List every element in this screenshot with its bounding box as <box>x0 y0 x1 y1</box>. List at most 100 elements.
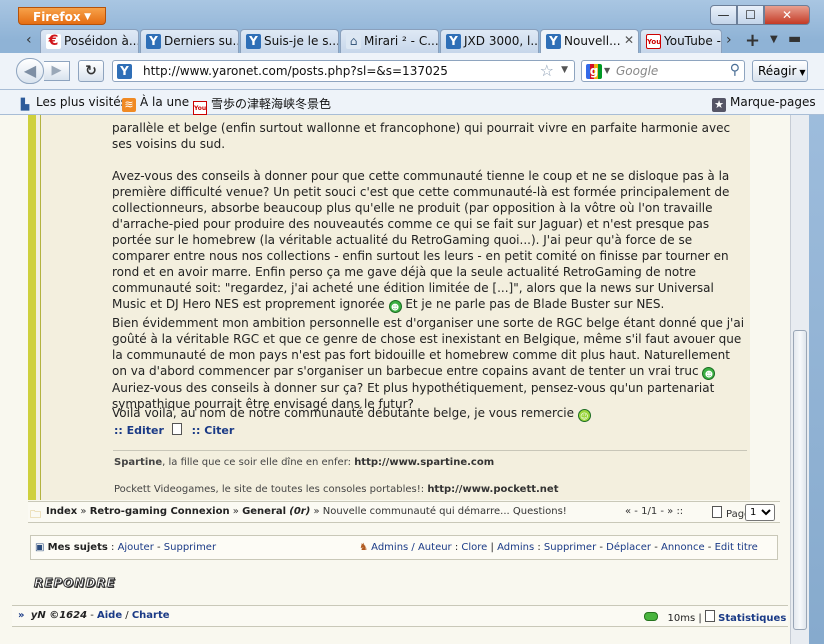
reload-button[interactable]: ↻ <box>78 60 104 82</box>
people-icon: ▣ <box>35 542 45 553</box>
chevron-down-icon: ▼ <box>84 12 91 22</box>
bookmarks-menu-button[interactable]: ★ Marque-pages <box>712 95 816 112</box>
delete-topic-link[interactable]: Supprimer <box>544 542 596 553</box>
signature-line-2: Pockett Videogames, le site de toutes le… <box>114 484 748 495</box>
my-subjects-bar: ▣ Mes sujets : Ajouter - Supprimer ♞ Adm… <box>30 535 778 560</box>
yaronet-favicon-icon: Y <box>546 34 561 49</box>
bookmark-most-visited[interactable]: ▙ Les plus visités <box>18 95 127 112</box>
yaronet-favicon-icon: Y <box>146 34 161 49</box>
youtube-favicon-icon: You <box>193 101 207 115</box>
forward-button[interactable]: ▶ <box>44 61 70 81</box>
pager-nav[interactable]: « - 1/1 - » :: <box>625 506 683 517</box>
page-select[interactable]: 1 <box>745 504 775 521</box>
remove-subject-link[interactable]: Supprimer <box>164 542 216 553</box>
post-paragraph-4-text: Voilà voilà, au nom de notre communauté … <box>112 406 575 420</box>
reagir-label: Réagir <box>758 64 797 78</box>
help-link[interactable]: Aide <box>97 610 122 621</box>
tab-mirari[interactable]: ⌂ Mirari ² - C... <box>340 29 439 53</box>
maximize-button[interactable]: ☐ <box>737 5 764 25</box>
footer-arrow-icon: » <box>18 610 25 621</box>
close-window-button[interactable]: ✕ <box>764 5 810 25</box>
tab-derniers-sujets[interactable]: Y Derniers su... <box>140 29 239 53</box>
breadcrumb-category-link[interactable]: Retro-gaming Connexion <box>90 506 230 517</box>
close-tab-icon[interactable]: ✕ <box>624 33 634 47</box>
url-history-dropdown-icon[interactable]: ▼ <box>561 65 568 75</box>
navigation-toolbar: ◀ ▶ ↻ Y http://www.yaronet.com/posts.php… <box>0 53 824 90</box>
tab-label: YouTube - <box>664 34 721 48</box>
search-icon[interactable]: ⚲ <box>730 62 740 78</box>
site-favicon-icon: € <box>46 34 61 49</box>
url-text[interactable]: http://www.yaronet.com/posts.php?sl=&s=1… <box>143 64 448 78</box>
footer-brand: yN ©1624 <box>30 610 88 621</box>
statistics-link[interactable]: Statistiques <box>718 613 786 624</box>
footer-right: 10ms | Statistiques <box>644 610 786 624</box>
smile-smiley-icon: ☺ <box>577 409 591 422</box>
bookmark-star-icon[interactable]: ☆ <box>540 61 554 80</box>
edit-title-link[interactable]: Edit titre <box>715 542 758 553</box>
announce-topic-link[interactable]: Annonce <box>661 542 705 553</box>
charter-link[interactable]: Charte <box>132 610 170 621</box>
back-button[interactable]: ◀ <box>16 58 44 84</box>
chevron-down-icon: ▼ <box>799 68 806 77</box>
yaronet-favicon-icon: Y <box>246 34 261 49</box>
search-box[interactable]: g ▼ Google ⚲ <box>581 60 745 82</box>
tab-nouvelle-communaute[interactable]: Y Nouvell... ✕ <box>540 29 639 54</box>
tab-groups-icon[interactable]: ▬ <box>788 31 801 47</box>
quote-post-link[interactable]: :: Citer <box>192 424 235 437</box>
breadcrumb: 🗀 Index » Retro-gaming Connexion » Gener… <box>28 501 780 523</box>
signature-text: , la fille que ce soir elle dîne en enfe… <box>162 457 355 468</box>
grin-smiley-icon: ☻ <box>702 367 716 380</box>
reply-button[interactable]: REPONDRE <box>34 576 116 591</box>
all-tabs-icon[interactable]: ▼ <box>770 34 778 45</box>
bookmark-youtube-video[interactable]: You 雪歩の津軽海峡冬景色 <box>193 95 331 115</box>
tab-bar: ‹ € Poséidon à... Y Derniers su... Y Sui… <box>0 29 824 54</box>
signature-link[interactable]: http://www.pockett.net <box>427 484 558 495</box>
tab-poseidon[interactable]: € Poséidon à... <box>40 29 139 53</box>
breadcrumb-index-link[interactable]: Index <box>46 506 77 517</box>
move-topic-link[interactable]: Déplacer <box>606 542 651 553</box>
signature-link[interactable]: http://www.spartine.com <box>354 457 494 468</box>
vertical-scrollbar[interactable] <box>790 115 809 644</box>
add-subject-link[interactable]: Ajouter <box>118 542 154 553</box>
post-paragraph-2-tail: Et je ne parle pas de Blade Buster sur N… <box>405 297 665 311</box>
tab-jxd[interactable]: Y JXD 3000, l... <box>440 29 539 53</box>
firefox-menu-button[interactable]: Firefox ▼ <box>18 7 106 25</box>
my-subjects-left: ▣ Mes sujets : Ajouter - Supprimer <box>35 542 217 553</box>
admins-link[interactable]: Admins <box>497 542 534 553</box>
signature-line-1: Spartine, la fille que ce soir elle dîne… <box>114 457 748 468</box>
rss-feed-icon: ≋ <box>122 98 136 112</box>
post-paragraph-1: parallèle et belge (enfin surtout wallon… <box>112 121 731 151</box>
url-bar[interactable]: Y http://www.yaronet.com/posts.php?sl=&s… <box>112 60 575 82</box>
google-engine-icon[interactable]: g <box>586 64 602 79</box>
forward-arrow-icon: ▶ <box>51 63 62 78</box>
bookmark-label: Les plus visités <box>36 95 127 109</box>
search-engine-dropdown-icon[interactable]: ▼ <box>604 66 610 75</box>
breadcrumb-separator: » <box>232 506 239 517</box>
tab-suis-je[interactable]: Y Suis-je le s... <box>240 29 339 53</box>
edit-post-link[interactable]: :: Editer <box>114 424 164 437</box>
tab-label: Derniers su... <box>164 34 239 48</box>
yaronet-favicon-icon: Y <box>446 34 461 49</box>
scrollbar-thumb[interactable] <box>793 330 807 630</box>
youtube-favicon-icon: You <box>646 34 661 49</box>
page-content: parallèle et belge (enfin surtout wallon… <box>0 115 790 644</box>
breadcrumb-separator: » <box>80 506 87 517</box>
tab-scroll-right-icon[interactable]: › <box>726 32 732 48</box>
new-tab-icon[interactable]: + <box>745 30 760 51</box>
post-paragraph-3-text: Bien évidemment mon ambition personnelle… <box>112 316 745 378</box>
tab-youtube[interactable]: You YouTube - <box>640 29 722 53</box>
status-indicator-icon <box>644 612 658 621</box>
house-favicon-icon: ⌂ <box>346 34 361 49</box>
document-icon <box>712 506 722 518</box>
signature-name: Spartine <box>114 457 163 468</box>
bookmark-folder-icon: ▙ <box>20 98 30 111</box>
bookmark-headlines[interactable]: ≋ À la une <box>122 95 189 112</box>
tab-label: Nouvell... <box>564 34 621 48</box>
close-topic-link[interactable]: Clore <box>461 542 487 553</box>
breadcrumb-forum-link[interactable]: General <box>242 506 286 517</box>
document-icon <box>704 610 715 622</box>
minimize-button[interactable]: — <box>710 5 737 25</box>
reagir-button[interactable]: Réagir ▼ <box>752 60 808 82</box>
render-time: 10ms <box>667 613 696 624</box>
tab-scroll-left-icon[interactable]: ‹ <box>26 32 32 48</box>
